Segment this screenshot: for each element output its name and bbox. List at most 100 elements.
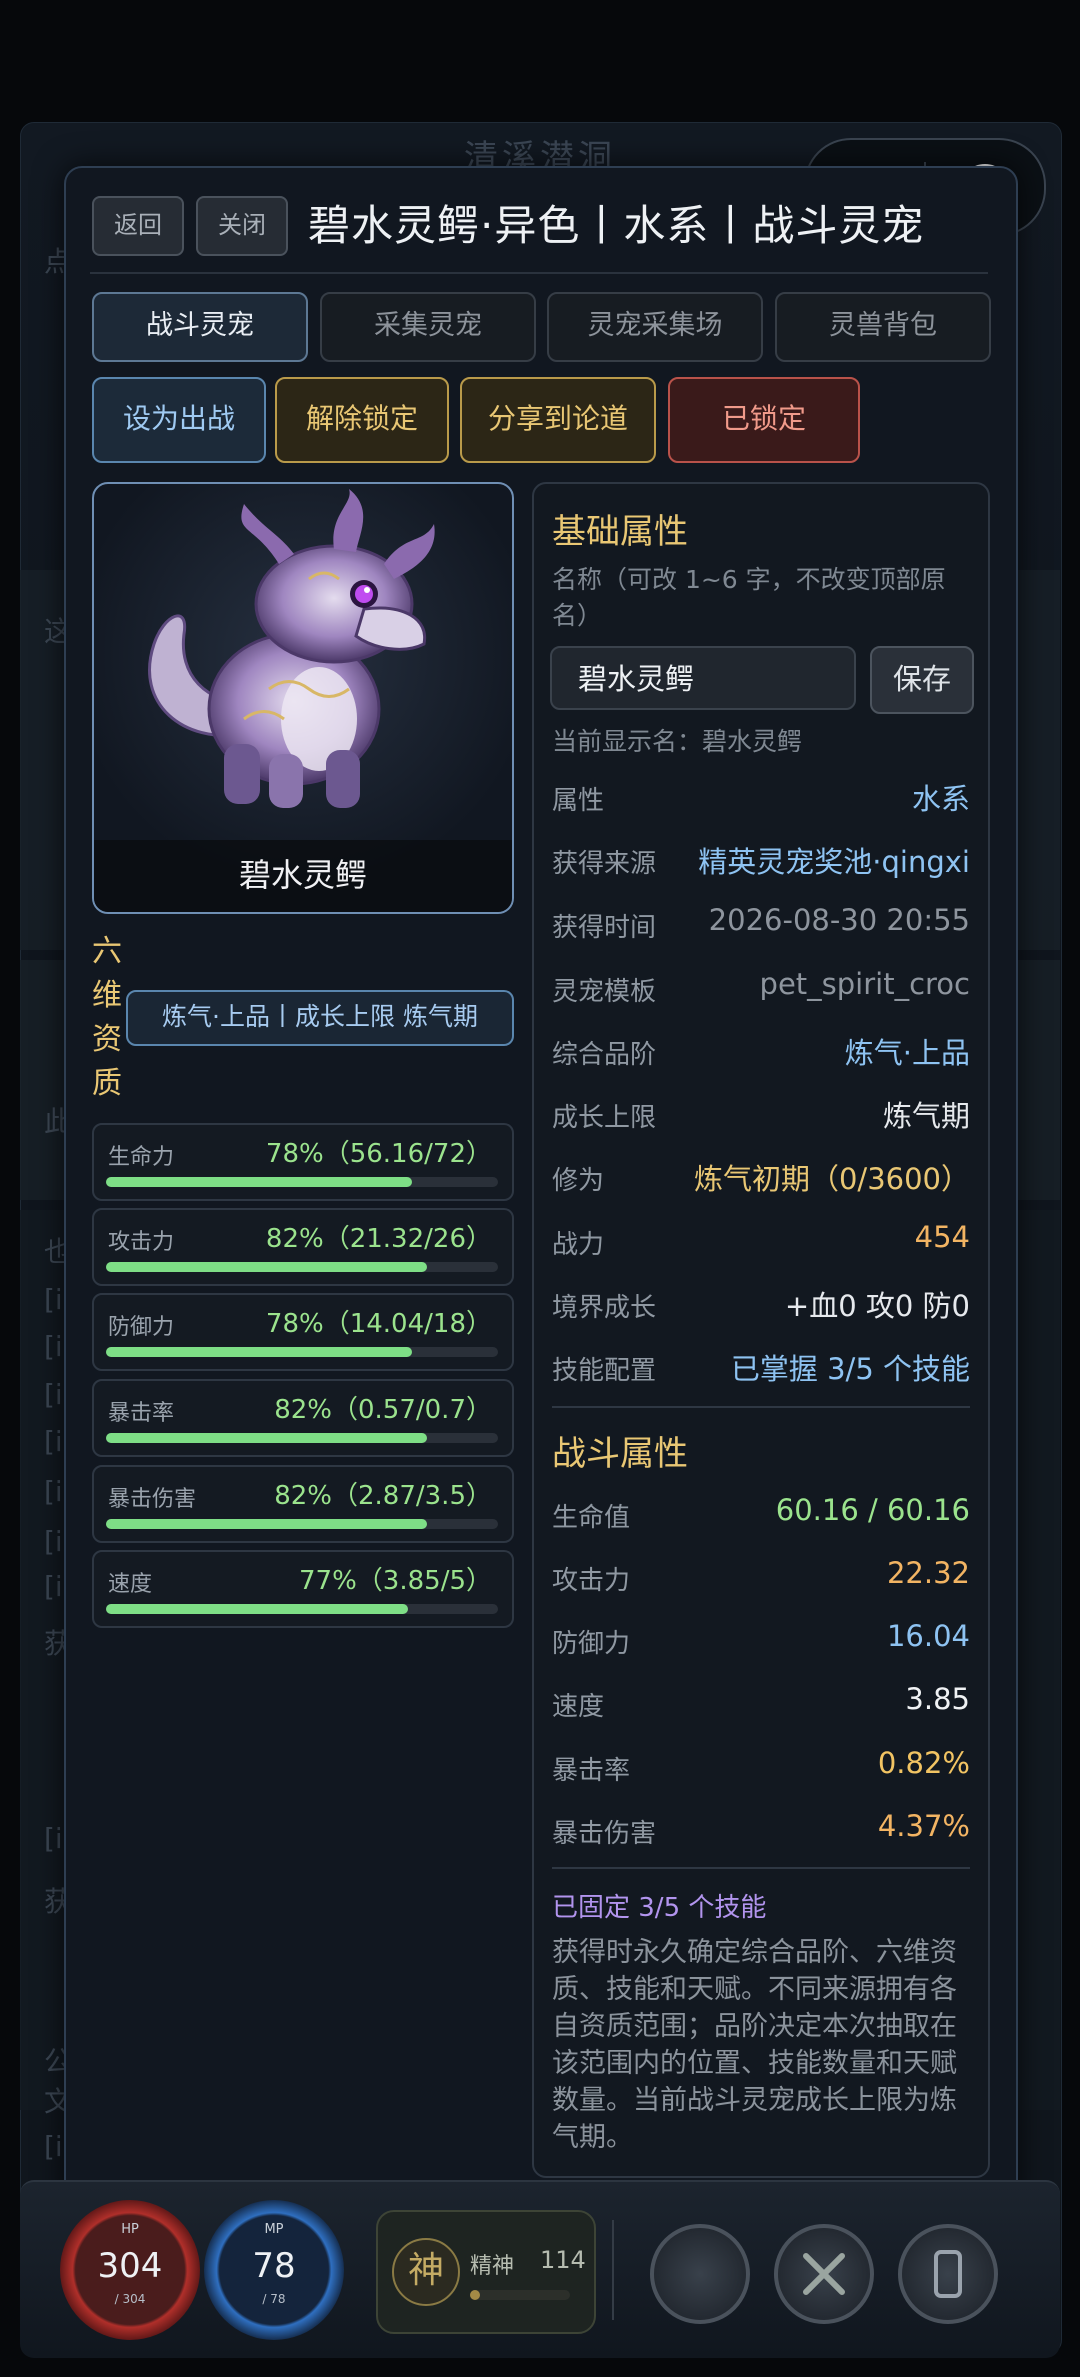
attr-value: 水系 [911, 782, 970, 816]
attr-key: 获得来源 [552, 849, 657, 879]
tab-pet-gathering-field[interactable]: 灵宠采集场 [547, 292, 763, 362]
stat-bar: 暴击伤害 82%（2.87/3.5） [92, 1465, 514, 1543]
back-button[interactable]: 返回 [92, 196, 184, 256]
deploy-button[interactable]: 设为出战 [92, 377, 266, 463]
stat-value: 77%（3.85/5） [299, 1566, 492, 1596]
stat-name: 速度 [108, 1572, 153, 1597]
combat-key: 暴击率 [552, 1756, 631, 1786]
background-side-text: [i [44, 2130, 63, 2163]
stat-value: 78%（14.04/18） [265, 1309, 492, 1339]
combat-row: 速度 3.85 [552, 1682, 970, 1722]
six-dim-title: 六维资质 [92, 934, 122, 1101]
combat-value: 0.82% [877, 1746, 970, 1780]
mp-label: MP [264, 2222, 284, 2237]
mp-max: / 78 [262, 2292, 286, 2306]
attr-key: 战力 [552, 1230, 605, 1260]
stat-track [106, 1519, 498, 1529]
attr-key: 成长上限 [552, 1103, 657, 1133]
bag-icon[interactable] [650, 2224, 750, 2324]
dragon-illustration [148, 489, 435, 808]
stat-name: 生命力 [108, 1145, 175, 1170]
attr-row: 综合品阶 炼气·上品 [552, 1030, 970, 1070]
attr-row: 境界成长 +血0 攻0 防0 [552, 1283, 970, 1323]
stat-track [106, 1347, 498, 1357]
share-button[interactable]: 分享到论道 [460, 377, 656, 463]
bar-divider [612, 2220, 614, 2320]
background-side-text: [i [44, 1425, 63, 1458]
attr-value: 炼气期 [882, 1099, 970, 1133]
combat-key: 暴击伤害 [552, 1819, 657, 1849]
attr-value: 精英灵宠奖池·qingxi [698, 845, 970, 879]
combat-value: 16.04 [886, 1619, 970, 1653]
attr-key: 综合品阶 [552, 1040, 657, 1070]
unlock-button[interactable]: 解除锁定 [275, 377, 449, 463]
spirit-bar [470, 2290, 570, 2300]
stat-fill [106, 1433, 428, 1443]
tab-battle-pet[interactable]: 战斗灵宠 [92, 292, 308, 362]
background-side-text: [i [44, 1330, 63, 1363]
header-divider [90, 272, 988, 274]
background-side-text: [i [44, 1822, 63, 1855]
attr-row: 获得时间 2026-08-30 20:55 [552, 903, 970, 943]
stat-name: 暴击率 [108, 1401, 175, 1426]
background-side-text: [i [44, 1378, 63, 1411]
stat-fill [106, 1604, 408, 1614]
attr-row: 属性 水系 [552, 776, 970, 816]
stat-name: 防御力 [108, 1315, 175, 1340]
hp-max: / 304 [114, 2292, 146, 2306]
spirit-char-icon: 神 [392, 2238, 460, 2306]
background-side-text: [i [44, 1570, 63, 1603]
attr-value: 2026-08-30 20:55 [708, 903, 970, 937]
basic-attributes-title: 基础属性 [552, 512, 688, 552]
combat-key: 速度 [552, 1692, 605, 1722]
combat-row: 暴击伤害 4.37% [552, 1809, 970, 1849]
skills-fixed-label: 已固定 3/5 个技能 [552, 1893, 767, 1923]
combat-attributes-title: 战斗属性 [552, 1434, 688, 1474]
attr-value: pet_spirit_croc [759, 967, 970, 1001]
stat-bar: 暴击率 82%（0.57/0.7） [92, 1379, 514, 1457]
attr-key: 灵宠模板 [552, 977, 657, 1007]
combat-row: 生命值 60.16 / 60.16 [552, 1493, 970, 1533]
phone-icon[interactable] [898, 2224, 998, 2324]
background-side-text: [i [44, 1525, 63, 1558]
attr-row: 技能配置 已掌握 3/5 个技能 [552, 1346, 970, 1386]
background-side-text: [i [44, 1283, 63, 1316]
tab-gather-pet[interactable]: 采集灵宠 [320, 292, 536, 362]
section-divider [552, 1406, 970, 1408]
pet-description: 获得时永久确定综合品阶、六维资质、技能和天赋。不同来源拥有各自资质范围；品阶决定… [552, 1937, 957, 2153]
combat-row: 暴击率 0.82% [552, 1746, 970, 1786]
combat-row: 防御力 16.04 [552, 1619, 970, 1659]
stat-bar: 生命力 78%（56.16/72） [92, 1123, 514, 1201]
phone-glyph [934, 2250, 962, 2298]
attr-value: 已掌握 3/5 个技能 [730, 1352, 970, 1386]
attr-key: 属性 [552, 786, 605, 816]
tab-beast-bag[interactable]: 灵兽背包 [775, 292, 991, 362]
stat-name: 暴击伤害 [108, 1487, 197, 1512]
stat-value: 78%（56.16/72） [265, 1139, 492, 1169]
pet-name-input[interactable]: 碧水灵鳄 [550, 646, 856, 710]
combat-key: 攻击力 [552, 1566, 631, 1596]
close-button[interactable]: 关闭 [196, 196, 288, 256]
hp-orb[interactable]: HP 304 / 304 [60, 2200, 200, 2340]
combat-key: 生命值 [552, 1503, 631, 1533]
pet-portrait-name: 碧水灵鳄 [94, 840, 512, 912]
combat-row: 攻击力 22.32 [552, 1556, 970, 1596]
locked-button[interactable]: 已锁定 [668, 377, 860, 463]
combat-value: 3.85 [905, 1682, 970, 1716]
stat-track [106, 1177, 498, 1187]
save-button[interactable]: 保存 [870, 646, 974, 714]
stat-fill [106, 1262, 428, 1272]
spirit-panel[interactable]: 神 精神 114 [376, 2210, 596, 2334]
pet-portrait: 碧水灵鳄 [92, 482, 514, 914]
attr-key: 境界成长 [552, 1293, 657, 1323]
current-display-name: 当前显示名：碧水灵鳄 [552, 727, 803, 756]
section-divider [552, 1867, 970, 1869]
swords-icon[interactable] [774, 2224, 874, 2324]
stat-name: 攻击力 [108, 1230, 175, 1255]
mp-orb[interactable]: MP 78 / 78 [204, 2200, 344, 2340]
spirit-value: 114 [540, 2246, 586, 2274]
background-side-text: [i [44, 1475, 63, 1508]
combat-value: 60.16 / 60.16 [775, 1493, 970, 1527]
attr-key: 技能配置 [552, 1356, 657, 1386]
stat-fill [106, 1177, 412, 1187]
